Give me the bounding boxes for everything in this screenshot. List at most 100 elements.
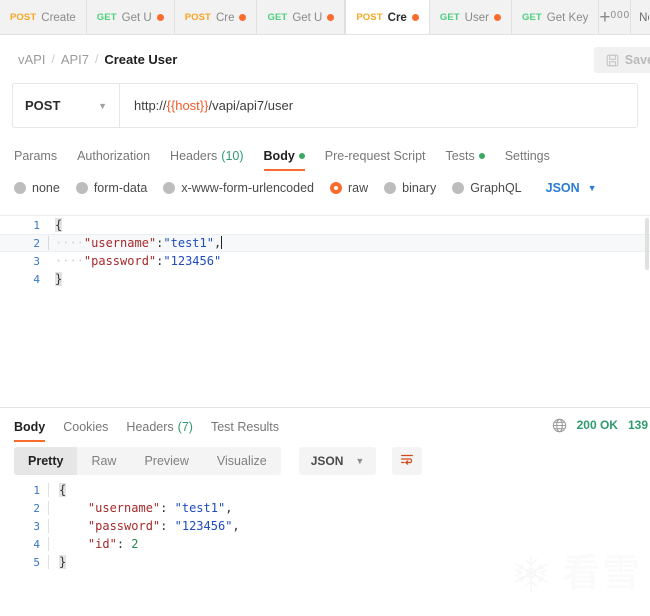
code-line-active: 2 ····"username":"test1", [0,234,650,252]
body-type-raw[interactable]: raw [330,181,368,195]
code-text: } [48,272,650,286]
body-type-binary[interactable]: binary [384,181,436,195]
tab-label: Settings [505,149,550,163]
unsaved-changes-dot [412,14,419,21]
response-headers-count: (7) [178,420,193,434]
tab-params[interactable]: Params [14,149,57,171]
tab-authorization[interactable]: Authorization [77,149,150,171]
response-tab-body[interactable]: Body [14,420,45,442]
response-format-select[interactable]: JSON ▼ [299,447,377,475]
radio-selected-icon [330,182,342,194]
body-type-row: none form-data x-www-form-urlencoded raw… [0,173,650,203]
response-tab-headers[interactable]: Headers (7) [126,420,193,442]
code-line: 3 "password": "123456", [0,517,650,535]
response-meta: 200 OK 139 [552,408,648,442]
tab-tests[interactable]: Tests [446,149,485,171]
environment-selector[interactable]: No Environment [630,0,650,35]
view-mode-preview[interactable]: Preview [130,447,202,475]
request-tab[interactable]: POST Cre [175,0,258,35]
view-mode-raw[interactable]: Raw [77,447,130,475]
line-number: 2 [0,237,48,250]
tab-headers[interactable]: Headers (10) [170,149,243,171]
body-type-graphql[interactable]: GraphQL [452,181,521,195]
tests-present-dot [479,153,485,159]
line-number: 4 [0,273,48,286]
chevron-down-icon: ▼ [98,101,107,111]
tab-label: Pre-request Script [325,149,426,163]
code-text: { [48,218,650,232]
request-body-editor[interactable]: 1 { 2 ····"username":"test1", 3 ····"pas… [0,215,650,407]
line-number: 1 [0,219,48,232]
response-tab-cookies[interactable]: Cookies [63,420,108,442]
radio-icon [384,182,396,194]
code-text: } [48,555,650,569]
response-tab-test-results[interactable]: Test Results [211,420,279,442]
word-wrap-button[interactable] [392,447,422,475]
request-section-tabs: Params Authorization Headers (10) Body P… [0,137,650,171]
request-tab-active[interactable]: POST Cre [345,0,429,35]
code-line: 2 "username": "test1", [0,499,650,517]
code-line: 1 { [0,481,650,499]
tab-label: Authorization [77,149,150,163]
line-number: 3 [0,520,48,533]
editor-scrollbar[interactable] [645,218,649,270]
unsaved-changes-dot [157,14,164,21]
tab-method-label: POST [10,12,36,23]
http-method-select[interactable]: POST ▼ [13,84,120,127]
line-number: 1 [0,484,48,497]
http-method-label: POST [25,98,60,113]
floppy-disk-icon [606,54,619,67]
tab-label: Cookies [63,420,108,434]
url-prefix: http:// [134,98,167,113]
body-type-label: binary [402,181,436,195]
view-mode-visualize[interactable]: Visualize [203,447,281,475]
body-type-urlencoded[interactable]: x-www-form-urlencoded [163,181,314,195]
breadcrumb-collection[interactable]: vAPI [18,52,45,67]
code-line: 5 } [0,553,650,571]
code-line: 4 } [0,270,650,288]
breadcrumb-row: vAPI / API7 / Create User Save [0,35,650,83]
save-button[interactable]: Save [594,47,650,73]
response-body-viewer[interactable]: 1 { 2 "username": "test1", 3 "password":… [0,481,650,589]
breadcrumb-folder[interactable]: API7 [61,52,89,67]
tab-name-label: Cre [216,12,235,24]
tab-name-label: Cre [388,12,407,24]
body-modified-dot [299,153,305,159]
text-cursor [221,236,222,249]
view-mode-pretty[interactable]: Pretty [14,447,77,475]
code-line: 4 "id": 2 [0,535,650,553]
url-input[interactable]: http://{{host}}/vapi/api7/user [120,84,637,127]
breadcrumb-separator: / [51,52,54,66]
body-type-label: none [32,181,60,195]
line-number: 2 [0,502,48,515]
tab-body[interactable]: Body [264,149,305,171]
tab-label: Tests [446,149,475,163]
line-number: 5 [0,556,48,569]
request-tab[interactable]: POST Create [0,0,87,35]
globe-icon [552,418,567,433]
new-tab-button[interactable]: + [599,0,610,35]
code-text: "id": 2 [48,537,650,551]
tab-label: Body [14,420,45,434]
line-number: 3 [0,255,48,268]
request-tab[interactable]: GET Get U [257,0,345,35]
tab-method-label: POST [185,12,211,23]
unsaved-changes-dot [239,14,246,21]
tab-settings[interactable]: Settings [505,149,550,171]
tab-label: Body [264,149,295,163]
breadcrumb-separator: / [95,52,98,66]
tab-overflow-menu-icon[interactable]: 000 [610,0,630,35]
code-line: 3 ····"password":"123456" [0,252,650,270]
tab-label: Headers [170,149,217,163]
response-header: Body Cookies Headers (7) Test Results [0,407,650,441]
tab-pre-request-script[interactable]: Pre-request Script [325,149,426,171]
request-tab[interactable]: GET User [430,0,512,35]
request-tab[interactable]: GET Get Key [512,0,599,35]
body-type-none[interactable]: none [14,181,60,195]
word-wrap-icon [399,451,415,472]
radio-icon [14,182,26,194]
tab-method-label: GET [97,12,117,23]
raw-format-select[interactable]: JSON ▼ [546,181,597,195]
body-type-form-data[interactable]: form-data [76,181,148,195]
request-tab[interactable]: GET Get U [87,0,175,35]
